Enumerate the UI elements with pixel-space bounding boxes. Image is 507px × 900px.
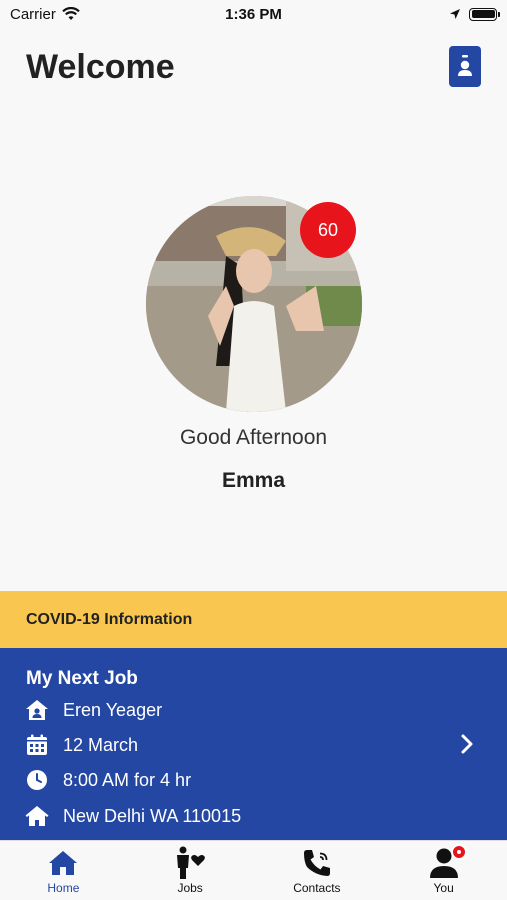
wifi-icon [62, 7, 80, 20]
next-job-title: My Next Job [26, 668, 138, 689]
job-client: Eren Yeager [63, 699, 163, 720]
location-arrow-icon [450, 9, 460, 19]
user-name: Emma [221, 469, 286, 492]
tab-you-label: You [433, 881, 454, 895]
chevron-right-icon[interactable] [455, 732, 479, 756]
tab-home-label: Home [47, 881, 80, 895]
covid-info-label: COVID-19 Information [26, 610, 193, 628]
job-time-row: 8:00 AM for 4 hr [25, 768, 191, 792]
profile-avatar-container: 60 [146, 196, 362, 412]
job-address: New Delhi WA 110015 [63, 805, 242, 826]
id-badge-button[interactable] [449, 46, 481, 87]
tab-jobs[interactable]: Jobs [127, 841, 254, 900]
jobs-icon [177, 846, 206, 879]
job-time: 8:00 AM for 4 hr [63, 769, 192, 790]
clock-icon [27, 770, 47, 790]
tab-home[interactable]: Home [0, 841, 127, 900]
job-date: 12 March [63, 734, 139, 755]
job-client-row: Eren Yeager [25, 698, 162, 722]
home-icon [49, 851, 78, 875]
phone-icon [303, 850, 330, 876]
status-bar: Carrier 1:36 PM [0, 0, 507, 28]
greeting-text: Good Afternoon [179, 426, 328, 449]
calendar-icon [27, 734, 47, 755]
tab-jobs-label: Jobs [177, 881, 203, 895]
battery-icon [469, 7, 500, 21]
tab-contacts-label: Contacts [293, 881, 341, 895]
tab-contacts[interactable]: Contacts [254, 841, 381, 900]
next-job-card[interactable]: My Next Job Eren Yeager 12 March 8:00 AM… [0, 648, 507, 840]
page-title: Welcome [26, 48, 175, 86]
id-badge-icon [458, 54, 472, 76]
tab-bar: Home Jobs Contacts You [0, 840, 507, 900]
carrier-label: Carrier [10, 5, 56, 23]
job-date-row: 12 March [25, 733, 138, 757]
points-badge: 60 [300, 202, 356, 258]
tab-you[interactable]: You [380, 841, 507, 900]
notification-badge [451, 844, 468, 860]
job-address-row: New Delhi WA 110015 [25, 804, 241, 828]
house-icon [25, 806, 49, 826]
covid-info-banner[interactable]: COVID-19 Information [0, 591, 507, 648]
client-home-icon [26, 700, 48, 720]
